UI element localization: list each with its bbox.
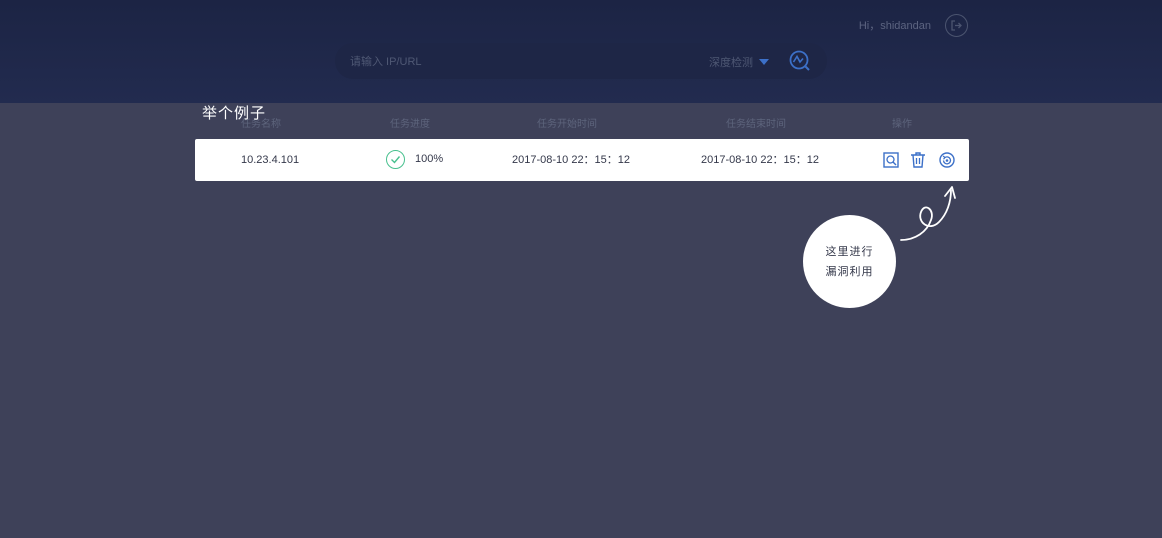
tip-line-1: 这里进行 <box>825 244 874 258</box>
scan-button[interactable] <box>787 48 813 74</box>
search-input[interactable] <box>350 54 610 70</box>
caret-down-icon <box>759 59 769 65</box>
detection-mode-label: 深度检测 <box>709 57 753 69</box>
task-name: 10.23.4.101 <box>241 154 300 166</box>
check-circle-icon <box>386 150 405 169</box>
logout-icon <box>951 20 962 31</box>
scan-icon <box>789 50 810 71</box>
column-header-progress: 任务进度 <box>390 119 430 130</box>
pointer-arrow <box>900 186 956 241</box>
column-header-end-time: 任务结束时间 <box>726 119 786 130</box>
column-header-start-time: 任务开始时间 <box>537 119 597 130</box>
tip-line-2: 漏洞利用 <box>825 264 874 278</box>
example-title: 举个例子 <box>202 104 267 122</box>
delete-task-button[interactable] <box>909 151 927 169</box>
task-progress: 100% <box>415 153 444 165</box>
exploit-tip-bubble: 这里进行 漏洞利用 <box>803 215 896 308</box>
task-end-time: 2017-08-10 22：15：12 <box>701 154 820 166</box>
delete-icon <box>911 152 925 168</box>
column-header-actions: 操作 <box>892 119 912 130</box>
view-report-button[interactable] <box>882 151 900 169</box>
exploit-button[interactable] <box>938 151 956 169</box>
top-header: Hi，shidandan 深度检测 <box>0 0 1162 103</box>
exploit-icon <box>939 152 955 168</box>
table-row: 10.23.4.101 100% 2017-08-10 22：15：12 201… <box>195 139 969 181</box>
logout-button[interactable] <box>945 14 968 37</box>
user-greeting: Hi，shidandan <box>858 20 931 32</box>
task-start-time: 2017-08-10 22：15：12 <box>512 154 631 166</box>
search-bar: 深度检测 <box>335 43 827 79</box>
view-icon <box>883 152 899 168</box>
detection-mode-select[interactable]: 深度检测 <box>709 54 769 70</box>
